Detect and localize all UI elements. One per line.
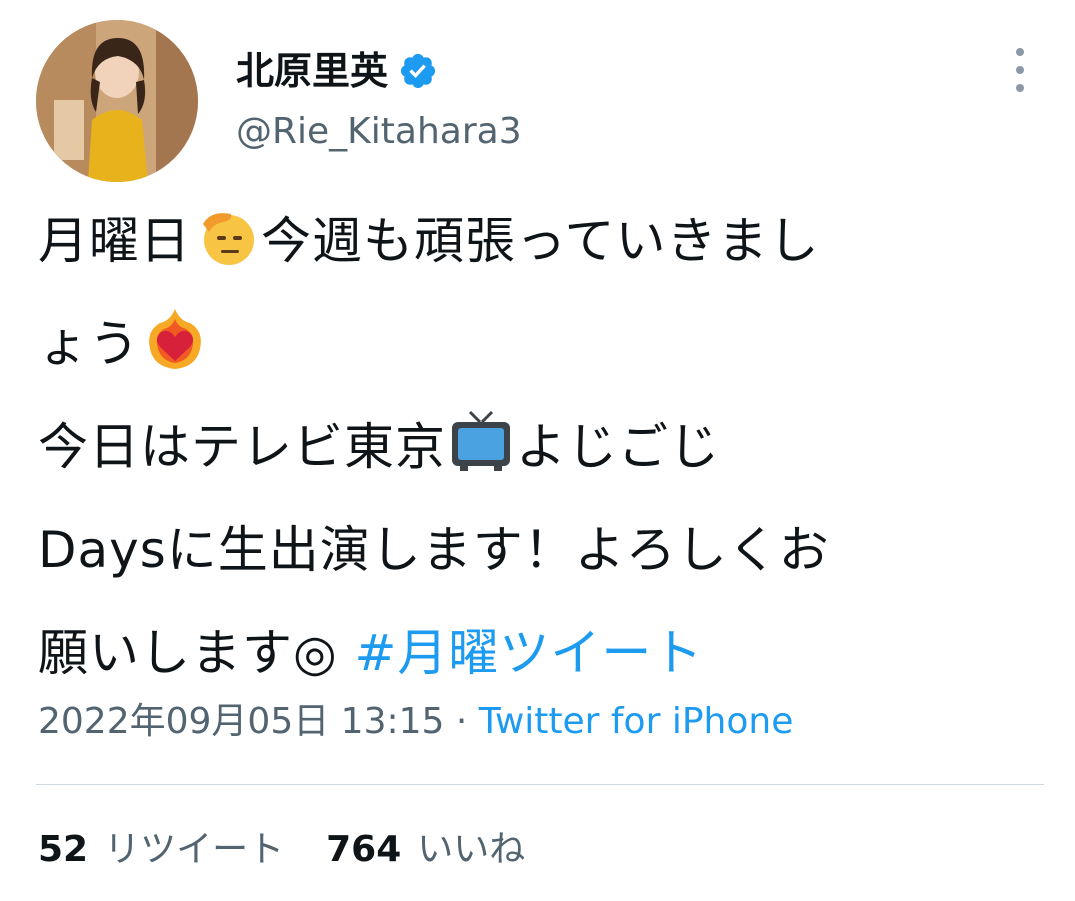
hashtag-link[interactable]: #月曜ツイート <box>355 624 704 682</box>
tweet-text: 月曜日 今週も頑張っていきまし ょう 今日はテレビ東京 よじごじ Daysに生出… <box>38 190 1048 705</box>
tweet-stats: 52 リツイート 764 いいね <box>38 828 567 872</box>
tweet-meta: 2022年09月05日 13:15 · Twitter for iPhone <box>38 700 793 744</box>
author-handle[interactable]: @Rie_Kitahara3 <box>236 114 522 150</box>
divider <box>36 784 1044 785</box>
author-name-row[interactable]: 北原里英 <box>236 44 438 98</box>
tweet-text-segment: Daysに生出演します！よろしくお <box>38 521 830 579</box>
tweet-line: Daysに生出演します！よろしくお <box>38 499 1048 602</box>
saluting-face-emoji-icon <box>193 200 259 266</box>
heart-on-fire-emoji-icon <box>142 303 208 369</box>
retweets-stat[interactable]: 52 リツイート <box>38 828 284 872</box>
tweet-line: ょう <box>38 293 1048 396</box>
tweet-line: 月曜日 今週も頑張っていきまし <box>38 190 1048 293</box>
tweet-source-link[interactable]: Twitter for iPhone <box>479 701 794 742</box>
retweets-count: 52 <box>38 829 89 870</box>
tweet-line: 今日はテレビ東京 よじごじ <box>38 396 1048 499</box>
tweet-text-segment: 今週も頑張っていきまし <box>261 212 820 270</box>
display-name[interactable]: 北原里英 <box>236 52 388 90</box>
tweet-card: 北原里英 @Rie_Kitahara3 月曜日 今週も頑張っていきまし ょう 今… <box>0 0 1075 901</box>
avatar[interactable] <box>36 20 198 182</box>
likes-count: 764 <box>326 829 402 870</box>
more-options-icon[interactable] <box>1004 48 1036 92</box>
tweet-text-segment: 願いします◎ <box>38 624 355 682</box>
tweet-text-segment: ょう <box>38 315 140 373</box>
tweet-text-segment: 今日はテレビ東京 <box>38 418 446 476</box>
tweet-line: 願いします◎ #月曜ツイート <box>38 602 1048 705</box>
retweets-label: リツイート <box>104 829 285 870</box>
tweet-text-segment: 月曜日 <box>38 212 191 270</box>
meta-separator: · <box>444 701 479 742</box>
television-emoji-icon <box>448 406 514 472</box>
likes-label: いいね <box>417 829 526 870</box>
verified-badge-icon <box>398 51 438 91</box>
likes-stat[interactable]: 764 いいね <box>326 828 525 872</box>
tweet-text-segment: よじごじ <box>516 418 720 476</box>
tweet-timestamp[interactable]: 2022年09月05日 13:15 <box>38 701 444 742</box>
